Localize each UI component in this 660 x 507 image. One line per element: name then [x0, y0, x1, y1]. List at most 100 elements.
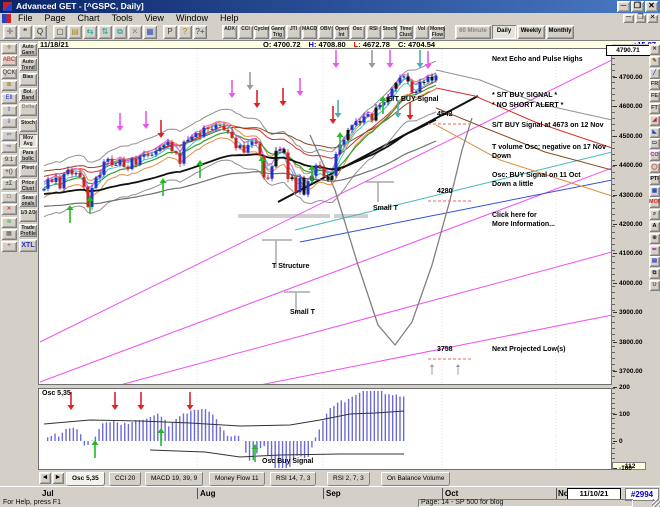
gann-fan-icon[interactable]: ◢	[649, 114, 660, 126]
elliott-abc-tool[interactable]: ABC	[1, 55, 17, 67]
new-chart-icon[interactable]: ▢	[53, 25, 67, 39]
rectangle-icon[interactable]: ▭	[649, 138, 660, 150]
study-xtl[interactable]: XTL	[19, 239, 37, 253]
timeframe-weekly[interactable]: Weekly	[517, 25, 545, 39]
arrow-right-tool[interactable]: ⇨	[1, 142, 17, 154]
study-button-osc[interactable]: Osc	[350, 25, 365, 39]
quote-icon[interactable]: ❝	[18, 25, 32, 39]
zoom-glass-icon[interactable]: ⊕	[649, 232, 660, 244]
tile-vertical-icon[interactable]: ⇅	[98, 25, 112, 39]
context-help-icon[interactable]: ?+	[193, 25, 207, 39]
study-delta[interactable]: Delta	[19, 103, 37, 117]
study-button-adx[interactable]: ADX	[222, 25, 237, 39]
oscillator-scale[interactable]: -112 200 100 0 -100	[612, 384, 650, 472]
close-study-icon[interactable]: ✕	[649, 44, 660, 55]
study-button-open-int[interactable]: Open Int	[334, 25, 349, 39]
cops-icon[interactable]: CO	[649, 150, 660, 162]
add-tool[interactable]: +	[1, 241, 17, 253]
study-tool[interactable]: ≣	[1, 80, 17, 92]
tab-cci-20[interactable]: CCI 20	[109, 472, 142, 486]
tab-scroll-left-button[interactable]: ◄	[39, 472, 51, 484]
price-scale[interactable]: 4790.71 4700.00 4600.00 4500.00 4400.00 4300…	[606, 44, 650, 385]
box-tool[interactable]: □	[1, 191, 17, 203]
study-mov-avg[interactable]: Mov Avg	[19, 133, 37, 147]
tab-money-flow-11[interactable]: Money Flow 11	[209, 472, 265, 486]
study-button-obv[interactable]: OBV	[318, 25, 333, 39]
angle-fan-icon[interactable]: ◣	[649, 126, 660, 138]
study-button-cycles[interactable]: Cycles	[254, 25, 269, 39]
study-button-gann-trig[interactable]: Gann Trig	[270, 25, 285, 39]
pti-icon[interactable]: PTI	[649, 173, 660, 185]
pointer-tool[interactable]: ✛	[1, 43, 17, 54]
menu-view[interactable]: View	[139, 13, 170, 24]
study-button-macd[interactable]: MACD	[302, 25, 317, 39]
help-icon[interactable]: ?	[178, 25, 192, 39]
menu-page[interactable]: Page	[39, 13, 72, 24]
mdi-system-icon[interactable]	[2, 14, 11, 23]
chart-icon[interactable]: ▦	[143, 25, 157, 39]
resize-grip[interactable]	[652, 499, 660, 507]
osc-setup-icon[interactable]: ▤	[649, 256, 660, 268]
minimize-button[interactable]: ─	[617, 1, 630, 12]
draw-lines-tool[interactable]: ≋	[1, 216, 17, 228]
ratio-tool[interactable]: 9:1	[1, 154, 17, 166]
timeframe-monthly[interactable]: Monthly	[546, 25, 574, 39]
zoom-icon[interactable]: Q	[33, 25, 47, 39]
study-pivot[interactable]: Pivot	[19, 163, 37, 177]
study-button-vol[interactable]: Vol	[414, 25, 429, 39]
study-price-clust[interactable]: Price Clust	[19, 178, 37, 192]
study-auto-trend[interactable]: Auto Trend	[19, 58, 37, 72]
paint-icon[interactable]: ✏	[649, 244, 660, 256]
delete-page-icon[interactable]: ✕	[128, 25, 142, 39]
menu-file[interactable]: File	[12, 13, 39, 24]
tab-macd-19-39-9[interactable]: MACD 19, 39, 9	[145, 472, 204, 486]
arrow-up-tool[interactable]: ⇧	[1, 105, 17, 116]
price-chart[interactable]	[39, 49, 611, 384]
menu-tools[interactable]: Tools	[106, 13, 139, 24]
close-button[interactable]: ✕	[645, 1, 658, 12]
menu-window[interactable]: Window	[170, 13, 214, 24]
study-trade-profile[interactable]: Trade Profile	[19, 224, 37, 238]
ellipse-icon[interactable]: ◯	[649, 162, 660, 173]
pencil-icon[interactable]: ✎	[649, 55, 660, 67]
fib-retrace-icon[interactable]: FR	[649, 79, 660, 91]
quick-reset-tool[interactable]: QCK	[1, 67, 17, 79]
mdi-restore-button[interactable]: ❐	[635, 14, 646, 23]
fib-time-icon[interactable]: FT	[649, 103, 660, 114]
open-icon[interactable]: ▤	[68, 25, 82, 39]
arrow-left-tool[interactable]: ⇦	[1, 129, 17, 141]
study-bol-band[interactable]: Bol. Band	[19, 88, 37, 102]
study-glass-icon[interactable]: ⌕	[649, 209, 660, 221]
study-bias[interactable]: Bias	[19, 73, 37, 87]
menu-chart[interactable]: Chart	[72, 13, 106, 24]
maximize-button[interactable]: ❐	[631, 1, 644, 12]
tab-scroll-right-button[interactable]: ►	[52, 472, 64, 484]
trendline-icon[interactable]: ╱	[649, 67, 660, 79]
study-button-time-clust[interactable]: Time Clust	[398, 25, 413, 39]
fib-extension-icon[interactable]: FE	[649, 91, 660, 103]
oscillator-chart[interactable]	[39, 389, 611, 469]
tile-horizontal-icon[interactable]: ⇆	[83, 25, 97, 39]
text-icon[interactable]: A	[649, 221, 660, 232]
mob-icon[interactable]: MOB	[649, 197, 660, 209]
study-button-stoch[interactable]: Stoch	[382, 25, 397, 39]
copy-icon[interactable]: ⧉	[649, 268, 660, 280]
study-button-cci[interactable]: CCI	[238, 25, 253, 39]
arrow-down-tool[interactable]: ⇩	[1, 117, 17, 129]
elliott-tool[interactable]: Ell	[1, 92, 17, 104]
undo-icon[interactable]: U	[649, 280, 660, 291]
timeframe-daily[interactable]: Daily	[492, 25, 516, 39]
tab-on-balance-volume[interactable]: On Balance Volume	[381, 472, 451, 486]
pin-icon[interactable]: ✛	[3, 25, 17, 39]
print-icon[interactable]: P	[163, 25, 177, 39]
mdi-close-button[interactable]: ✕	[647, 14, 658, 23]
study-stoch[interactable]: Stoch	[19, 118, 37, 132]
study-para-bolic[interactable]: Para bolic	[19, 148, 37, 162]
study-1-3-2-3[interactable]: 1/3 2/3	[19, 209, 37, 223]
sum-tool[interactable]: ±Σ	[1, 179, 17, 191]
study-button-rsi[interactable]: RSI	[366, 25, 381, 39]
timeframe-60-minute[interactable]: 60 Minute	[455, 25, 491, 39]
tab-rsi-2-7-3[interactable]: RSI 2, 7, 3	[327, 472, 370, 486]
study-auto-gann[interactable]: Auto Gann	[19, 43, 37, 56]
menu-help[interactable]: Help	[214, 13, 245, 24]
